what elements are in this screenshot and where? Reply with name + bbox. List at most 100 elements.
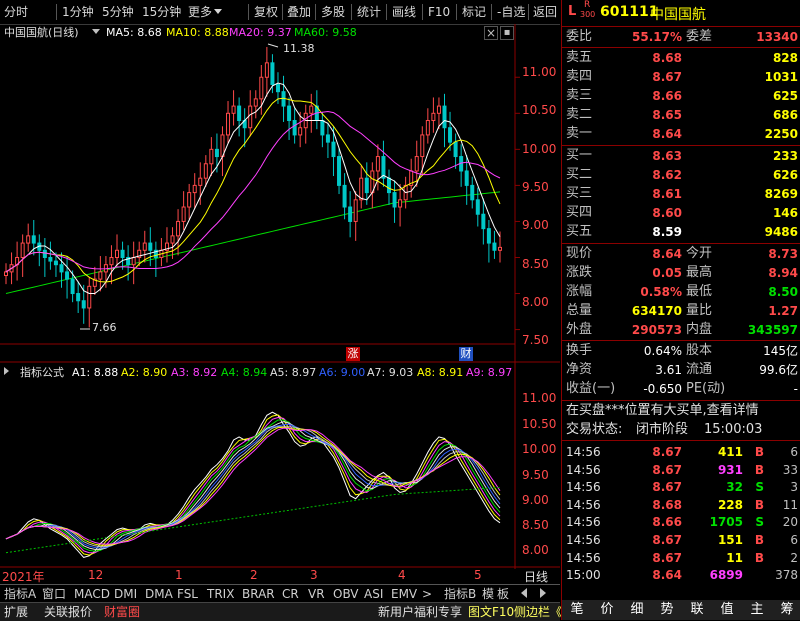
toolbar-item-huaxian[interactable]: 画线	[392, 4, 416, 20]
close-icon[interactable]: ×	[484, 26, 498, 40]
expand-icon[interactable]	[4, 367, 9, 375]
toolbar-item-more[interactable]: 更多	[188, 4, 212, 20]
nav-jia[interactable]: 价	[594, 600, 620, 620]
toolbar-item-duogu[interactable]: 多股	[321, 4, 345, 20]
legend-ma10: MA10: 8.88	[166, 26, 229, 39]
tick-volume: 1705	[709, 515, 743, 530]
toolbar-item-1min[interactable]: 1分钟	[62, 4, 94, 20]
period-label[interactable]: 日线	[524, 568, 548, 585]
low-price-label: 7.66	[92, 321, 117, 334]
candle-body	[475, 199, 480, 215]
legend-a4: A4: 8.94	[221, 366, 268, 379]
tab-indicator-a[interactable]: 指标A	[4, 586, 36, 602]
share-capital-label: 股本	[686, 343, 713, 358]
sell4-price[interactable]: 8.67	[632, 68, 682, 86]
tab-template[interactable]: 模	[482, 586, 494, 602]
toolbar-divider	[248, 4, 249, 20]
nav-lian[interactable]: 联	[684, 600, 710, 620]
candle-body	[464, 170, 469, 186]
tab-dma[interactable]: DMA	[145, 586, 173, 602]
buy4-price[interactable]: 8.60	[632, 204, 682, 222]
toolbar-item-tongji[interactable]: 统计	[357, 4, 381, 20]
tick-price: 8.67	[652, 462, 682, 477]
bottom-bar: 扩展 关联报价 财富圈 新用户福利专享 图文F10 侧边栏《	[0, 602, 562, 621]
candle-body	[492, 242, 497, 251]
sell2-price[interactable]: 8.65	[632, 106, 682, 124]
sell5-price[interactable]: 8.68	[632, 49, 682, 67]
limit-up-marker[interactable]: 涨	[346, 347, 360, 361]
tick-count: 11	[782, 497, 798, 512]
toolbar-item-f10[interactable]: F10	[428, 4, 450, 20]
scroll-left-icon[interactable]	[521, 588, 527, 598]
nav-zhi[interactable]: 值	[714, 600, 740, 620]
candle-body	[259, 76, 264, 100]
indicator-tick: 9.50	[522, 468, 549, 482]
tab-asi[interactable]: ASI	[364, 586, 383, 602]
chevron-down-icon[interactable]	[92, 29, 100, 34]
buy1-price[interactable]: 8.63	[632, 147, 682, 165]
tick-time: 14:56	[566, 480, 601, 495]
settings-icon[interactable]: ▪	[500, 26, 514, 40]
tab-obv[interactable]: OBV	[333, 586, 359, 602]
toolbar-item-back[interactable]: 返回	[533, 4, 557, 20]
toolbar-item-zixuan[interactable]: -自选	[497, 4, 525, 20]
candle-body	[115, 249, 120, 258]
tab-emv[interactable]: EMV	[391, 586, 417, 602]
sell1-price[interactable]: 8.64	[632, 125, 682, 143]
promo-link[interactable]: 新用户福利专享	[378, 604, 462, 620]
price-axis: 11.00 10.50 10.00 9.50 9.00 8.50 8.00 7.…	[522, 64, 558, 347]
tick-count: 33	[782, 462, 798, 477]
nav-xi[interactable]: 细	[624, 600, 650, 620]
tab-window[interactable]: 窗口	[42, 586, 66, 602]
related-quotes-button[interactable]: 关联报价	[44, 604, 92, 620]
buy5-price[interactable]: 8.59	[632, 223, 682, 241]
candle-body	[4, 271, 8, 277]
candle-body	[325, 134, 330, 143]
expand-button[interactable]: 扩展	[4, 604, 28, 620]
buy3-price[interactable]: 8.61	[632, 185, 682, 203]
tab-template2[interactable]: 板	[497, 586, 509, 602]
tab-brar[interactable]: BRAR	[242, 586, 275, 602]
tab-cr[interactable]: CR	[282, 586, 299, 602]
sell3-price[interactable]: 8.66	[632, 87, 682, 105]
f10-button[interactable]: 图文F10	[468, 604, 514, 620]
price-tick: 11.00	[522, 65, 557, 79]
wealth-circle-button[interactable]: 财富圈	[104, 604, 140, 620]
candle-body	[181, 206, 186, 222]
tab-more-arrow[interactable]: >	[422, 586, 432, 602]
nav-bi[interactable]: 笔	[564, 600, 590, 620]
volume-label: 总量	[566, 303, 593, 318]
toolbar-item-5min[interactable]: 5分钟	[102, 4, 134, 20]
nav-chou[interactable]: 筹	[774, 600, 800, 620]
buy1-label: 买一	[566, 148, 593, 163]
tab-indicator-b[interactable]: 指标B	[444, 586, 476, 602]
toolbar-item-fuquan[interactable]: 复权	[254, 4, 278, 20]
tab-dmi[interactable]: DMI	[114, 586, 137, 602]
tab-fsl[interactable]: FSL	[177, 586, 198, 602]
candle-body	[98, 271, 103, 280]
candle-body	[353, 199, 358, 222]
candle-body	[59, 264, 64, 273]
nav-shi[interactable]: 势	[654, 600, 680, 620]
tick-row: 14:56 8.67 11 B 2	[562, 549, 800, 567]
toolbar-item-diejia[interactable]: 叠加	[287, 4, 311, 20]
indicator-line-a4	[5, 419, 501, 552]
buy2-price[interactable]: 8.62	[632, 166, 682, 184]
sidebar-toggle[interactable]: 侧边栏《	[514, 604, 562, 620]
finance-marker[interactable]: 财	[459, 347, 473, 361]
kline-chart[interactable]	[0, 24, 560, 569]
big-order-notice[interactable]: 在买盘***位置有大买单,查看详情	[566, 402, 759, 420]
tab-trix[interactable]: TRIX	[207, 586, 234, 602]
chevron-down-icon[interactable]	[214, 9, 222, 14]
toolbar-item-fenshi[interactable]: 分时	[4, 4, 28, 20]
tick-row: 14:56 8.66 1705 S 20	[562, 513, 800, 531]
scroll-right-icon[interactable]	[540, 588, 546, 598]
toolbar-item-15min[interactable]: 15分钟	[142, 4, 181, 20]
nav-zhu[interactable]: 主	[744, 600, 770, 620]
candle-body	[109, 256, 114, 266]
candle-body	[292, 120, 297, 136]
toolbar-item-biaoji[interactable]: 标记	[462, 4, 486, 20]
tab-vr[interactable]: VR	[308, 586, 325, 602]
buy4-label: 买四	[566, 205, 593, 220]
tab-macd[interactable]: MACD	[74, 586, 110, 602]
